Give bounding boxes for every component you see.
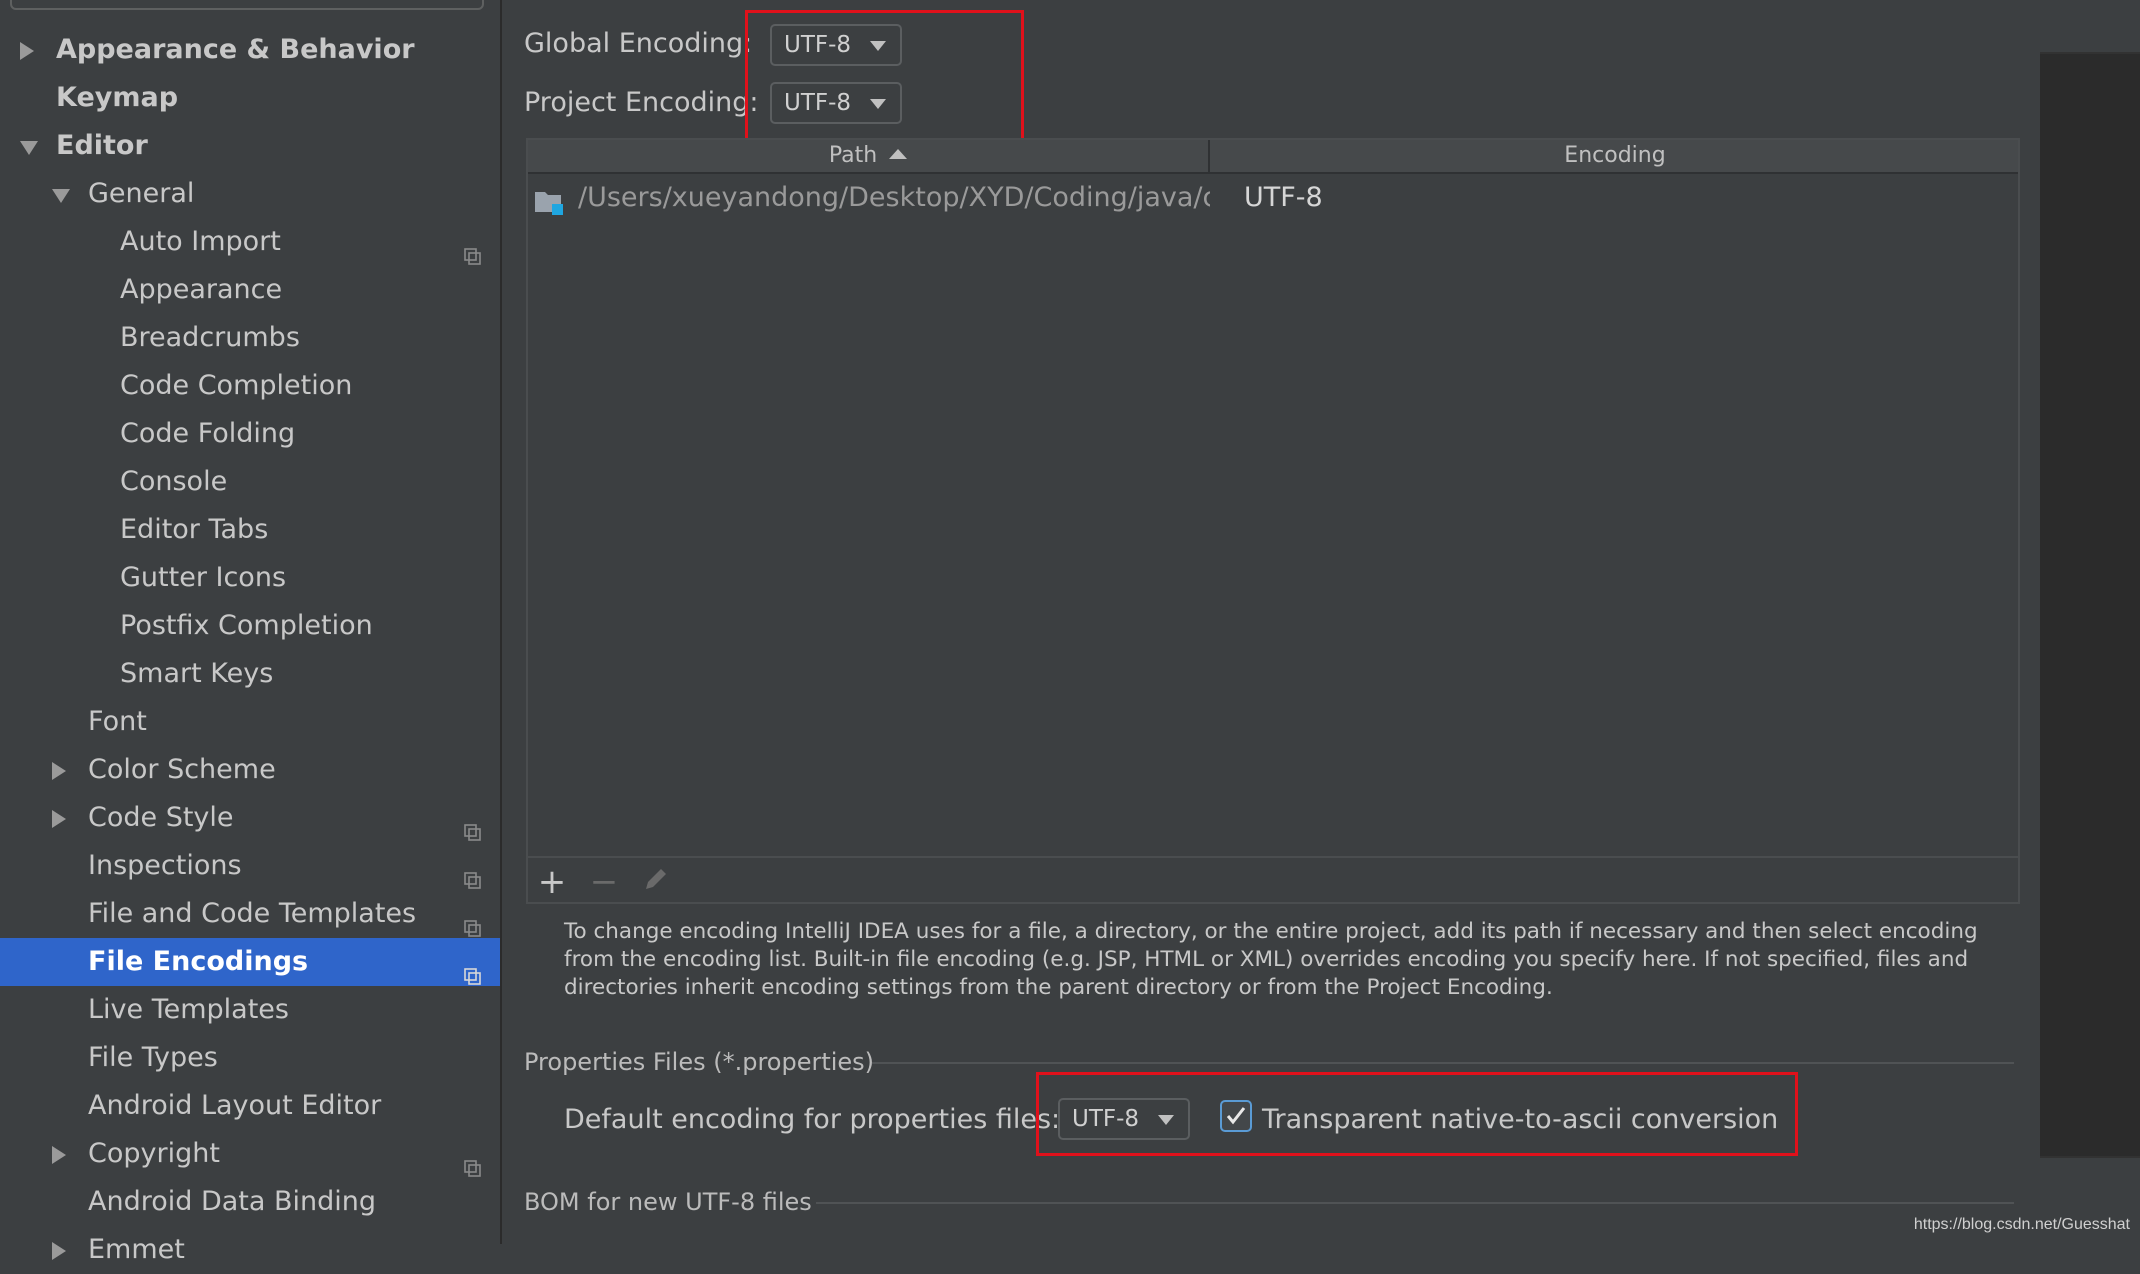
add-path-button[interactable]: +	[532, 862, 572, 902]
expand-arrow-down-icon[interactable]	[20, 141, 38, 155]
sidebar-item-color-scheme[interactable]: Color Scheme	[0, 746, 500, 794]
sidebar-item-label: Keymap	[56, 82, 179, 113]
sidebar-item-label: File Encodings	[88, 946, 309, 977]
sidebar-item-file-encodings[interactable]: File Encodings	[0, 938, 500, 986]
sidebar-item-label: Emmet	[88, 1234, 185, 1265]
sidebar-item-label: Editor Tabs	[120, 514, 269, 545]
sidebar-item-label: Copyright	[88, 1138, 220, 1169]
sidebar-item-label: Auto Import	[120, 226, 281, 257]
sidebar-item-breadcrumbs[interactable]: Breadcrumbs	[0, 314, 500, 362]
sidebar-item-code-folding[interactable]: Code Folding	[0, 410, 500, 458]
sidebar-item-label: File and Code Templates	[88, 898, 417, 929]
file-encodings-panel: Global Encoding: UTF-8 Project Encoding:…	[502, 0, 2040, 1244]
project-settings-icon	[464, 857, 481, 889]
project-settings-icon	[464, 809, 481, 841]
sidebar-item-label: Code Style	[88, 802, 234, 833]
sidebar-item-label: Color Scheme	[88, 754, 276, 785]
sidebar-item-label: Android Layout Editor	[88, 1090, 382, 1121]
sidebar-item-postfix-completion[interactable]: Postfix Completion	[0, 602, 500, 650]
sidebar-item-code-style[interactable]: Code Style	[0, 794, 500, 842]
sidebar-item-console[interactable]: Console	[0, 458, 500, 506]
path-encoding-table: Path Encoding /Users/xueyandong/Desktop/…	[526, 138, 2020, 904]
sidebar-item-label: Appearance	[120, 274, 283, 305]
section-divider	[816, 1202, 2014, 1204]
plus-icon: +	[537, 862, 567, 902]
sidebar-item-label: Live Templates	[88, 994, 289, 1025]
table-row[interactable]: /Users/xueyandong/Desktop/XYD/Coding/jav…	[528, 174, 2018, 222]
sidebar-item-label: Smart Keys	[120, 658, 274, 689]
section-divider	[872, 1062, 2014, 1064]
row-path: /Users/xueyandong/Desktop/XYD/Coding/jav…	[578, 182, 1210, 213]
sidebar-item-font[interactable]: Font	[0, 698, 500, 746]
column-header-encoding[interactable]: Encoding	[1210, 140, 2020, 172]
project-settings-icon	[464, 953, 481, 985]
sidebar-item-label: Console	[120, 466, 228, 497]
sidebar-item-appearance[interactable]: Appearance	[0, 266, 500, 314]
folder-icon	[534, 184, 564, 215]
expand-arrow-right-icon[interactable]	[52, 810, 66, 828]
right-panel-header	[2040, 0, 2140, 54]
column-header-path-label: Path	[828, 143, 878, 168]
sidebar-item-code-completion[interactable]: Code Completion	[0, 362, 500, 410]
sidebar-item-label: Font	[88, 706, 147, 737]
sidebar-item-file-and-code-templates[interactable]: File and Code Templates	[0, 890, 500, 938]
sidebar-item-copyright[interactable]: Copyright	[0, 1130, 500, 1178]
sidebar-item-inspections[interactable]: Inspections	[0, 842, 500, 890]
sidebar-item-general[interactable]: General	[0, 170, 500, 218]
sort-ascending-icon	[889, 149, 908, 159]
edit-path-button[interactable]	[636, 862, 676, 902]
sidebar-item-label: Breadcrumbs	[120, 322, 300, 353]
sidebar-item-label: Gutter Icons	[120, 562, 287, 593]
sidebar-item-android-layout-editor[interactable]: Android Layout Editor	[0, 1082, 500, 1130]
sidebar-item-appearance-behavior[interactable]: Appearance & Behavior	[0, 26, 500, 74]
expand-arrow-down-icon[interactable]	[52, 189, 70, 203]
pencil-icon	[642, 862, 670, 902]
highlight-box-properties	[1036, 1072, 1798, 1156]
project-settings-icon	[464, 1145, 481, 1177]
column-header-encoding-label: Encoding	[1564, 143, 1666, 168]
sidebar-item-label: Code Folding	[120, 418, 296, 449]
expand-arrow-right-icon[interactable]	[52, 1146, 66, 1164]
sidebar-item-gutter-icons[interactable]: Gutter Icons	[0, 554, 500, 602]
project-encoding-label: Project Encoding:	[524, 87, 759, 118]
sidebar-item-label: Editor	[56, 130, 148, 161]
remove-path-button[interactable]: −	[584, 862, 624, 902]
sidebar-item-auto-import[interactable]: Auto Import	[0, 218, 500, 266]
sidebar-item-live-templates[interactable]: Live Templates	[0, 986, 500, 1034]
sidebar-item-label: Inspections	[88, 850, 242, 881]
column-header-path[interactable]: Path	[528, 140, 1210, 172]
sidebar-item-label: Postfix Completion	[120, 610, 373, 641]
properties-section-title: Properties Files (*.properties)	[524, 1048, 875, 1076]
minus-icon: −	[589, 862, 619, 902]
global-encoding-label: Global Encoding:	[524, 28, 753, 59]
bom-section-title: BOM for new UTF-8 files	[524, 1188, 812, 1216]
row-encoding: UTF-8	[1244, 182, 1323, 213]
sidebar-item-keymap[interactable]: Keymap	[0, 74, 500, 122]
settings-search-input[interactable]	[10, 0, 484, 10]
sidebar-item-file-types[interactable]: File Types	[0, 1034, 500, 1082]
table-header: Path Encoding	[528, 140, 2018, 174]
project-settings-icon	[464, 905, 481, 937]
project-settings-icon	[464, 233, 481, 265]
default-properties-encoding-label: Default encoding for properties files:	[564, 1104, 1061, 1135]
sidebar-item-emmet[interactable]: Emmet	[0, 1226, 500, 1274]
sidebar-item-label: Code Completion	[120, 370, 353, 401]
help-description: To change encoding IntelliJ IDEA uses fo…	[564, 919, 1978, 1000]
sidebar-item-editor[interactable]: Editor	[0, 122, 500, 170]
sidebar-item-label: File Types	[88, 1042, 218, 1073]
watermark: https://blog.csdn.net/Guesshat	[1913, 1216, 2130, 1233]
sidebar-item-label: Android Data Binding	[88, 1186, 377, 1217]
expand-arrow-right-icon[interactable]	[52, 1242, 66, 1260]
expand-arrow-right-icon[interactable]	[52, 762, 66, 780]
right-side-panel	[2040, 0, 2140, 1246]
sidebar-item-label: Appearance & Behavior	[56, 34, 415, 65]
expand-arrow-right-icon[interactable]	[20, 42, 34, 60]
sidebar-item-label: General	[88, 178, 195, 209]
sidebar-item-android-data-binding[interactable]: Android Data Binding	[0, 1178, 500, 1226]
settings-sidebar: Appearance & Behavior Keymap Editor General…	[0, 0, 502, 1265]
sidebar-item-editor-tabs[interactable]: Editor Tabs	[0, 506, 500, 554]
sidebar-item-smart-keys[interactable]: Smart Keys	[0, 650, 500, 698]
table-toolbar: + −	[526, 856, 2020, 906]
